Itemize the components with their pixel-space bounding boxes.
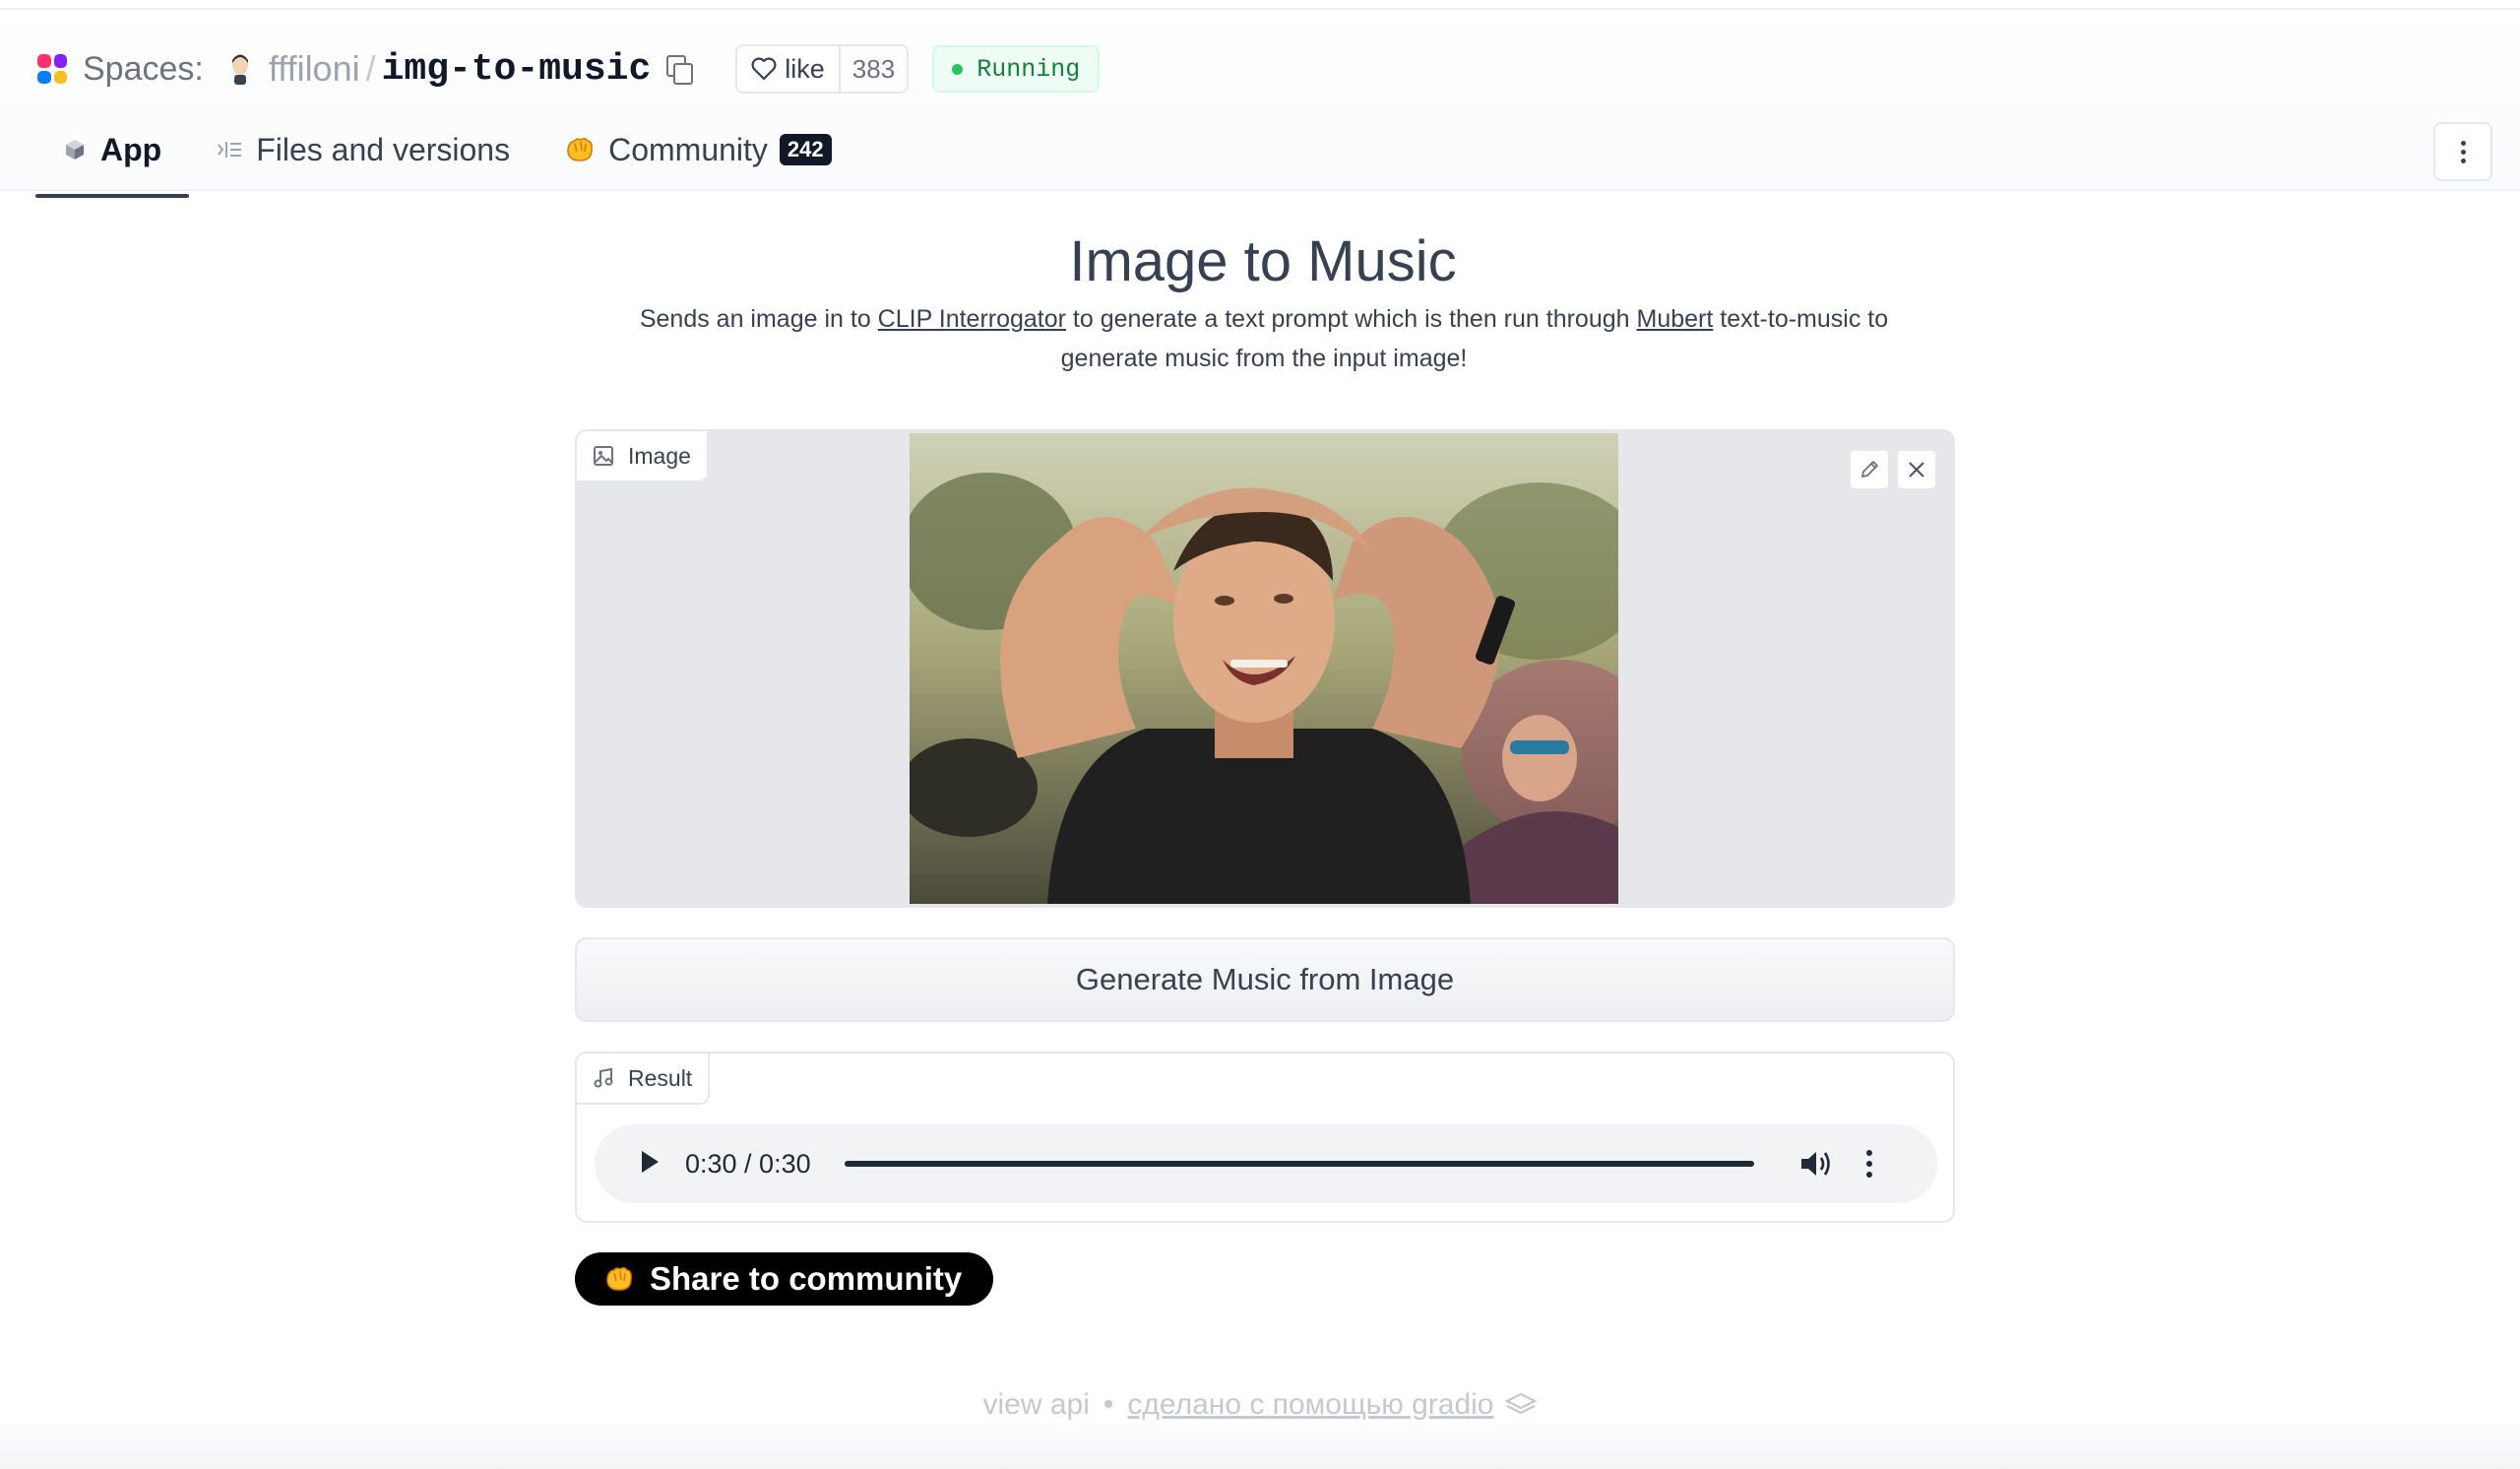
- more-options-button[interactable]: [2433, 122, 2492, 181]
- status-dot-icon: [952, 63, 964, 75]
- app-cube-icon: [63, 138, 87, 161]
- made-with-gradio-link[interactable]: сделано с помощью gradio: [1127, 1388, 1493, 1422]
- owner-link[interactable]: fffiloni: [269, 48, 360, 90]
- page-title: Image to Music: [1069, 229, 1457, 293]
- footer-separator: •: [1102, 1388, 1114, 1421]
- volume-icon[interactable]: [1799, 1149, 1833, 1179]
- gradio-logo-icon: [1504, 1391, 1538, 1419]
- pencil-icon: [1861, 461, 1878, 478]
- kebab-dot: [2460, 149, 2466, 155]
- owner-avatar[interactable]: [225, 52, 255, 86]
- uploaded-image: [910, 433, 1618, 904]
- tab-app-label: App: [100, 131, 162, 167]
- result-panel: Result 0:30 / 0:30: [575, 1052, 1955, 1223]
- kebab-dot: [1865, 1150, 1872, 1156]
- kebab-dot: [1865, 1161, 1872, 1167]
- space-tabs: App Files and versions Community 242: [35, 116, 859, 199]
- tab-files-label: Files and versions: [256, 131, 511, 167]
- kebab-dot: [2460, 158, 2466, 163]
- clip-interrogator-link[interactable]: CLIP Interrogator: [878, 305, 1066, 333]
- tab-community-label: Community: [608, 131, 768, 167]
- close-icon: [1909, 462, 1924, 478]
- bottom-fade: [0, 1418, 2520, 1469]
- audio-time: 0:30 / 0:30: [685, 1148, 811, 1179]
- community-hands-icon: [565, 136, 595, 163]
- audio-more-options-icon[interactable]: [1865, 1150, 1872, 1178]
- mubert-link[interactable]: Mubert: [1637, 305, 1714, 333]
- edit-image-button[interactable]: [1849, 449, 1890, 490]
- tab-app[interactable]: App: [35, 116, 190, 198]
- community-count-badge: 242: [779, 134, 832, 165]
- tab-files-and-versions[interactable]: Files and versions: [189, 116, 537, 183]
- space-header: Spaces: fffiloni / img-to-music like 383…: [0, 10, 2520, 198]
- like-widget: like 383: [735, 44, 910, 94]
- image-label-text: Image: [628, 442, 691, 469]
- share-button-label: Share to community: [650, 1260, 963, 1297]
- files-icon: [217, 139, 242, 160]
- image-input-panel[interactable]: Image: [575, 429, 1955, 908]
- copy-icon[interactable]: [666, 55, 694, 85]
- share-to-community-button[interactable]: Share to community: [575, 1252, 994, 1306]
- image-icon: [593, 445, 614, 467]
- desc-text: to generate a text prompt which is then …: [1065, 305, 1637, 333]
- view-api-link[interactable]: view api: [983, 1388, 1090, 1422]
- spaces-label[interactable]: Spaces:: [83, 50, 204, 89]
- heart-icon: [751, 57, 777, 81]
- top-border: [0, 0, 2520, 10]
- like-button[interactable]: like: [737, 46, 839, 92]
- result-label-text: Result: [628, 1064, 693, 1091]
- music-note-icon: [593, 1067, 614, 1089]
- kebab-dot: [2460, 140, 2466, 146]
- footer: view api • сделано с помощью gradio: [0, 1388, 2520, 1422]
- huggingface-spaces-logo-icon[interactable]: [37, 54, 67, 84]
- like-count[interactable]: 383: [838, 46, 907, 92]
- result-label: Result: [577, 1054, 711, 1105]
- community-hands-icon: [604, 1265, 634, 1293]
- play-icon[interactable]: [638, 1148, 662, 1181]
- like-label: like: [785, 53, 825, 84]
- status-badge[interactable]: Running: [932, 45, 1101, 93]
- audio-player: 0:30 / 0:30: [595, 1124, 1937, 1203]
- title-row: Spaces: fffiloni / img-to-music like 383…: [37, 39, 1101, 98]
- audio-progress-slider[interactable]: [844, 1161, 1754, 1167]
- tab-community[interactable]: Community 242: [537, 116, 859, 183]
- clear-image-button[interactable]: [1896, 449, 1937, 490]
- desc-text: Sends an image in to: [639, 305, 878, 333]
- kebab-dot: [1865, 1172, 1872, 1178]
- status-text: Running: [976, 54, 1081, 84]
- image-label: Image: [577, 431, 709, 482]
- generate-music-button[interactable]: Generate Music from Image: [575, 937, 1955, 1022]
- path-separator: /: [365, 48, 376, 89]
- repo-name-link[interactable]: img-to-music: [382, 48, 652, 91]
- app-description: Sends an image in to CLIP Interrogator t…: [591, 299, 1937, 378]
